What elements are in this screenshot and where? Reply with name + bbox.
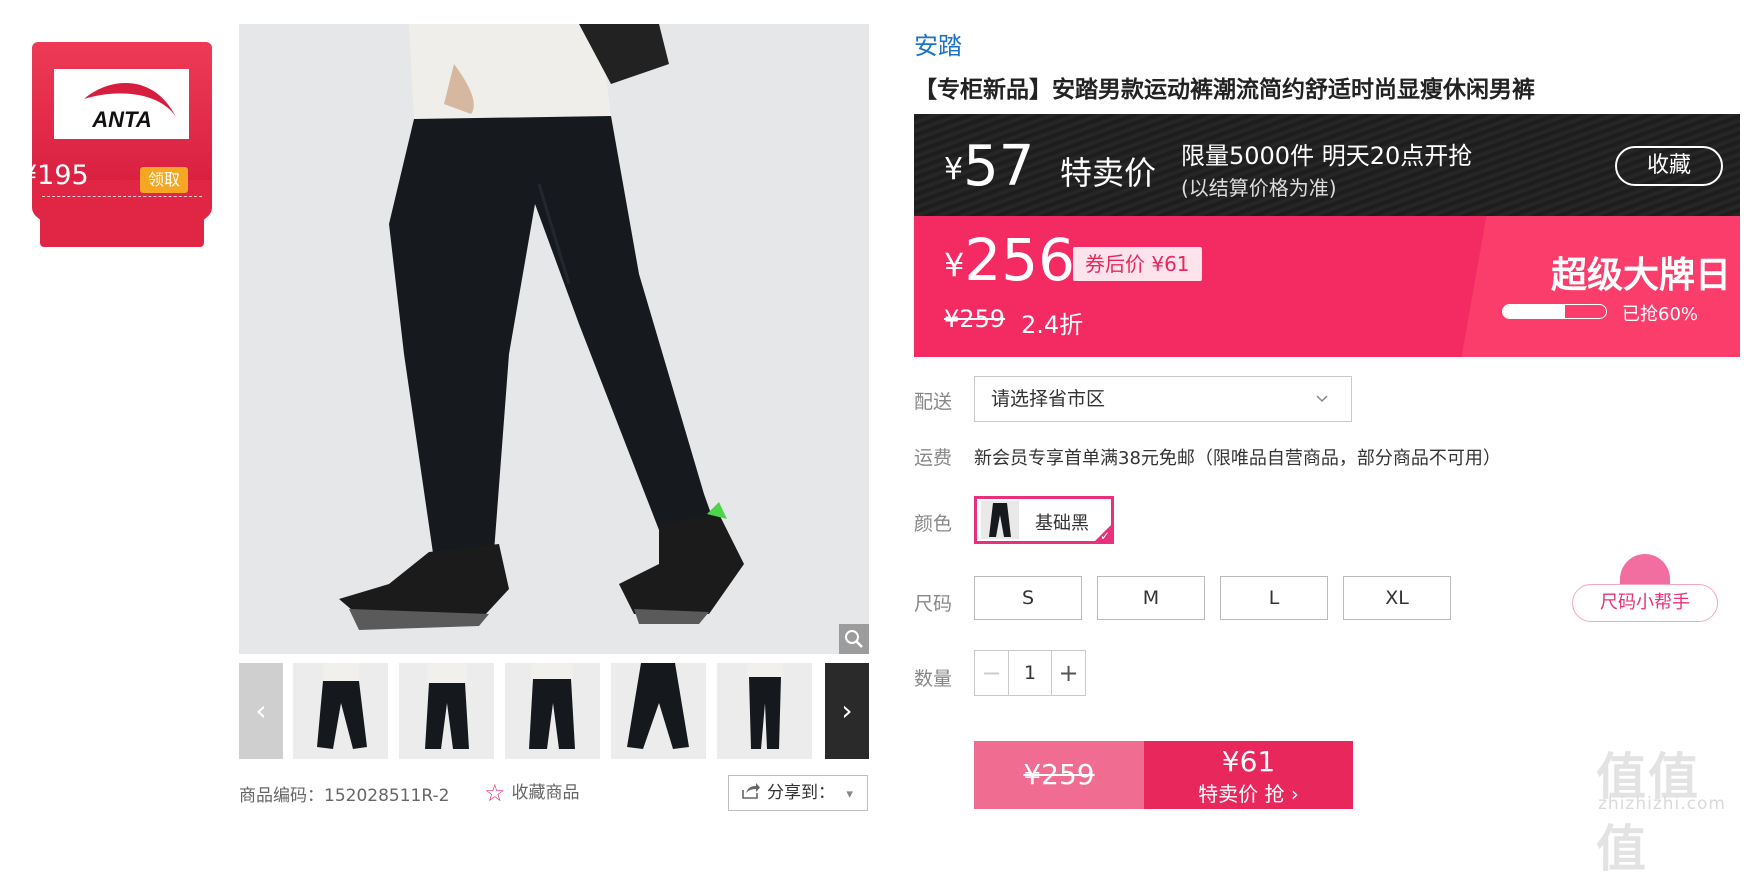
collect-button[interactable]: 收藏 bbox=[1615, 146, 1723, 186]
zoom-button[interactable] bbox=[839, 624, 869, 654]
flash-price: ¥57 bbox=[944, 134, 1035, 199]
thumbnail[interactable] bbox=[293, 663, 388, 759]
thumbnail-strip: ‹ › bbox=[239, 663, 869, 759]
favorite-label: 收藏商品 bbox=[511, 783, 580, 803]
size-label: 尺码 bbox=[914, 593, 953, 615]
original-price: ¥259 bbox=[944, 305, 1006, 333]
share-label: 分享到： bbox=[767, 783, 835, 803]
watermark-url: zhizhizhi.com bbox=[1598, 794, 1726, 814]
after-coupon-badge: 券后价 ¥61 bbox=[1073, 247, 1202, 281]
flash-price-label: 特卖价 bbox=[1060, 154, 1157, 192]
brand-coupon-card[interactable]: ANTA bbox=[32, 42, 212, 247]
region-select-value: 请选择省市区 bbox=[991, 388, 1106, 410]
size-helper-button[interactable]: 尺码小帮手 bbox=[1572, 584, 1718, 622]
buy-original-price[interactable]: ¥259 bbox=[974, 741, 1144, 809]
svg-text:ANTA: ANTA bbox=[91, 107, 151, 132]
thumbnail[interactable] bbox=[505, 663, 600, 759]
magnifier-icon bbox=[845, 630, 863, 648]
thumbnail[interactable] bbox=[611, 663, 706, 759]
size-option-l[interactable]: L bbox=[1220, 576, 1328, 620]
size-option-s[interactable]: S bbox=[974, 576, 1082, 620]
coupon-divider bbox=[42, 196, 202, 197]
quantity-minus-button[interactable]: − bbox=[975, 651, 1009, 695]
discount-text: 2.4折 bbox=[1021, 311, 1084, 339]
campaign-title: 超级大牌日 bbox=[1551, 255, 1732, 296]
color-name: 基础黑 bbox=[1035, 513, 1089, 534]
favorite-button[interactable]: ☆ 收藏商品 bbox=[484, 778, 580, 807]
product-title: 【专柜新品】安踏男款运动裤潮流简约舒适时尚显瘦休闲男裤 bbox=[914, 77, 1535, 103]
buy-price: ¥61 bbox=[1221, 745, 1276, 778]
share-icon bbox=[742, 783, 760, 799]
coupon-claim-button[interactable]: 领取 bbox=[140, 167, 188, 193]
size-option-xl[interactable]: XL bbox=[1343, 576, 1451, 620]
sold-progress-fill bbox=[1503, 305, 1565, 318]
color-option-selected[interactable]: 基础黑 ✓ bbox=[974, 496, 1114, 544]
flash-note: (以结算价格为准) bbox=[1181, 176, 1337, 200]
star-icon: ☆ bbox=[484, 779, 506, 807]
current-price: ¥256 bbox=[944, 226, 1076, 294]
buy-action-label: 特卖价 抢 › bbox=[1198, 782, 1299, 806]
flash-limit-text: 限量5000件 明天20点开抢 bbox=[1181, 142, 1473, 170]
shipping-label: 运费 bbox=[914, 447, 953, 469]
sku-code: 商品编码：152028511R-2 bbox=[239, 786, 450, 806]
quantity-value[interactable]: 1 bbox=[1009, 651, 1051, 695]
color-swatch bbox=[981, 501, 1019, 539]
share-dropdown[interactable]: 分享到： ▾ bbox=[728, 775, 868, 811]
color-label: 颜色 bbox=[914, 513, 953, 535]
delivery-label: 配送 bbox=[914, 391, 953, 413]
brand-link[interactable]: 安踏 bbox=[914, 26, 962, 61]
region-select[interactable]: 请选择省市区 bbox=[974, 376, 1352, 422]
anta-logo: ANTA bbox=[54, 69, 189, 139]
thumbnail[interactable] bbox=[717, 663, 812, 759]
chevron-down-icon bbox=[1315, 377, 1329, 438]
sold-progress-bar bbox=[1502, 304, 1607, 319]
coupon-price: ¥195 bbox=[20, 160, 89, 191]
chevron-right-icon: › bbox=[841, 694, 853, 727]
main-product-image[interactable] bbox=[239, 24, 869, 654]
checkmark-icon: ✓ bbox=[1099, 529, 1110, 543]
buy-button[interactable]: ¥61 特卖价 抢 › bbox=[1144, 741, 1353, 809]
size-option-m[interactable]: M bbox=[1097, 576, 1205, 620]
chevron-left-icon: ‹ bbox=[255, 694, 267, 727]
thumbnail[interactable] bbox=[399, 663, 494, 759]
coupon-bottom bbox=[40, 198, 204, 247]
shipping-text: 新会员专享首单满38元免邮（限唯品自营商品，部分商品不可用） bbox=[974, 448, 1501, 469]
quantity-label: 数量 bbox=[914, 668, 953, 690]
quantity-plus-button[interactable]: + bbox=[1051, 651, 1085, 695]
sold-progress-text: 已抢60% bbox=[1622, 304, 1699, 325]
thumb-prev-button[interactable]: ‹ bbox=[239, 663, 283, 759]
quantity-stepper: − 1 + bbox=[974, 650, 1086, 696]
thumb-next-button[interactable]: › bbox=[825, 663, 869, 759]
chevron-down-icon: ▾ bbox=[846, 787, 853, 802]
